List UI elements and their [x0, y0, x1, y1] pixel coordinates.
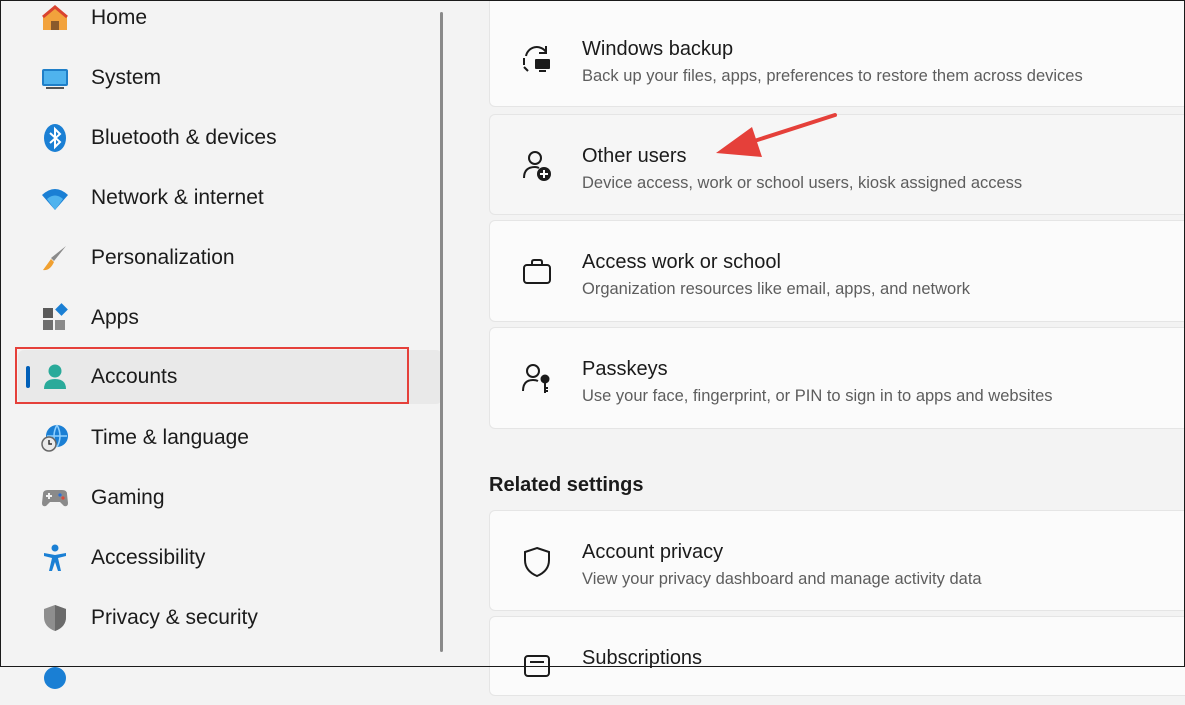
sidebar-item-label: Apps: [91, 306, 139, 329]
subscriptions-icon: [524, 655, 550, 677]
bluetooth-icon: [44, 124, 66, 152]
sidebar-item-label: Network & internet: [91, 186, 264, 209]
shield-icon: [44, 605, 66, 631]
sidebar: Home System Bluetooth & devices Network …: [0, 0, 445, 689]
sidebar-item-time-language[interactable]: Time & language: [18, 411, 442, 465]
sidebar-item-label: Gaming: [91, 486, 165, 509]
sidebar-item-apps[interactable]: Apps: [18, 291, 442, 345]
card-description: Organization resources like email, apps,…: [582, 280, 970, 298]
sidebar-item-privacy-security[interactable]: Privacy & security: [18, 591, 442, 645]
sidebar-item-label: System: [91, 66, 162, 89]
accounts-highlight-box: [15, 347, 409, 404]
sidebar-item-label: Bluetooth & devices: [91, 126, 277, 149]
card-title: Access work or school: [582, 251, 781, 273]
card-title: Other users: [582, 145, 687, 167]
passkey-icon: [522, 364, 550, 393]
sidebar-item-gaming[interactable]: Gaming: [18, 471, 442, 525]
card-description: Use your face, fingerprint, or PIN to si…: [582, 387, 1053, 405]
home-icon: [42, 5, 68, 30]
add-user-icon: [523, 151, 551, 181]
card-passkeys[interactable]: Passkeys Use your face, fingerprint, or …: [489, 327, 1185, 429]
sidebar-item-personalization[interactable]: Personalization: [18, 231, 442, 285]
accessibility-icon: [44, 544, 66, 571]
apps-icon: [43, 303, 68, 330]
sidebar-item-partial[interactable]: [18, 651, 442, 705]
card-title: Windows backup: [582, 38, 734, 60]
sidebar-item-label: Personalization: [91, 246, 235, 269]
card-other-users[interactable]: Other users Device access, work or schoo…: [489, 114, 1185, 215]
card-title: Passkeys: [582, 358, 668, 380]
system-icon: [42, 69, 68, 89]
backup-icon: [523, 46, 550, 72]
sidebar-scrollbar[interactable]: [440, 12, 443, 652]
card-windows-backup[interactable]: Windows backup Back up your files, apps,…: [489, 0, 1185, 107]
card-description: View your privacy dashboard and manage a…: [582, 570, 982, 588]
card-description: Device access, work or school users, kio…: [582, 174, 1023, 192]
sidebar-item-label: Home: [91, 6, 148, 29]
windows-update-icon: [44, 667, 66, 689]
briefcase-icon: [523, 259, 551, 284]
card-description: Back up your files, apps, preferences to…: [582, 67, 1083, 85]
sidebar-item-bluetooth[interactable]: Bluetooth & devices: [18, 111, 442, 165]
globe-clock-icon: [41, 424, 68, 452]
sidebar-item-accessibility[interactable]: Accessibility: [18, 531, 442, 585]
brush-icon: [43, 246, 66, 271]
gamepad-icon: [42, 490, 68, 507]
main-content: Windows backup Back up your files, apps,…: [445, 0, 1185, 696]
sidebar-item-label: Accessibility: [91, 546, 206, 569]
sidebar-item-network[interactable]: Network & internet: [18, 171, 442, 225]
privacy-shield-icon: [524, 546, 550, 578]
sidebar-item-label: Privacy & security: [91, 606, 258, 629]
related-settings-heading: Related settings: [489, 474, 644, 496]
card-title: Account privacy: [582, 541, 724, 563]
sidebar-item-label: Time & language: [91, 426, 249, 449]
wifi-icon: [42, 189, 68, 210]
sidebar-item-system[interactable]: System: [18, 51, 442, 105]
card-subscriptions[interactable]: Subscriptions: [489, 616, 1185, 696]
sidebar-item-home[interactable]: Home: [18, 0, 442, 45]
card-account-privacy[interactable]: Account privacy View your privacy dashbo…: [489, 510, 1185, 611]
card-access-work-school[interactable]: Access work or school Organization resou…: [489, 220, 1185, 322]
